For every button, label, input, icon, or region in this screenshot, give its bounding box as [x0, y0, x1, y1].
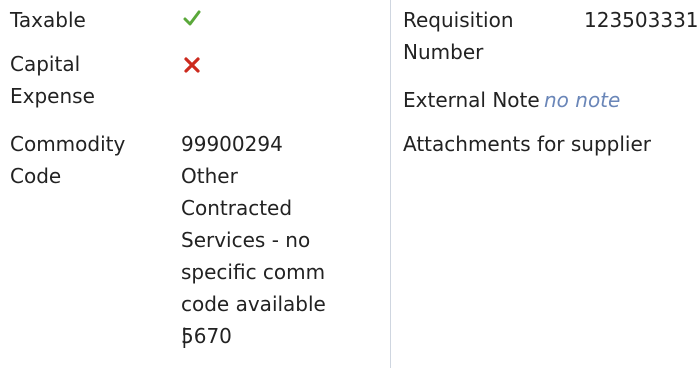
- red-x-icon: [183, 55, 201, 73]
- details-right-column: Requisition Number 123503331 External No…: [403, 0, 700, 368]
- details-left-column: Taxable Capital Expense Commodity Code 9…: [0, 0, 390, 368]
- green-checkmark-icon: [183, 8, 201, 26]
- commodity-code-value-line: Other: [181, 164, 238, 188]
- taxable-row: Taxable: [0, 4, 390, 36]
- taxable-label: Taxable: [10, 8, 86, 32]
- commodity-code-value-line: 5670: [181, 324, 232, 348]
- commodity-code-value-line: specific comm: [181, 260, 326, 284]
- attachments-row: Attachments for supplier: [403, 128, 700, 160]
- requisition-number-value: 123503331: [584, 8, 699, 32]
- commodity-code-value-line: 99900294: [181, 132, 283, 156]
- commodity-code-label-line2: Code: [10, 164, 62, 188]
- requisition-number-row: Requisition Number 123503331: [403, 4, 700, 68]
- requisition-number-label-line1: Requisition: [403, 8, 514, 32]
- column-divider: [390, 0, 391, 368]
- external-note-label: External Note: [403, 88, 540, 112]
- commodity-code-label-line1: Commodity: [10, 132, 126, 156]
- commodity-code-value-line: Contracted: [181, 196, 293, 220]
- commodity-code-row: Commodity Code 99900294 Other Contracted…: [0, 128, 390, 368]
- attachments-for-supplier-label: Attachments for supplier: [403, 132, 652, 156]
- requisition-number-label-line2: Number: [403, 40, 484, 64]
- external-note-row: External Note no note: [403, 84, 700, 116]
- commodity-code-value-line: Services - no: [181, 228, 311, 252]
- external-note-value: no note: [544, 88, 621, 112]
- capital-expense-label-line1: Capital: [10, 52, 81, 76]
- capital-expense-label-line2: Expense: [10, 84, 95, 108]
- capital-expense-row: Capital Expense: [0, 48, 390, 118]
